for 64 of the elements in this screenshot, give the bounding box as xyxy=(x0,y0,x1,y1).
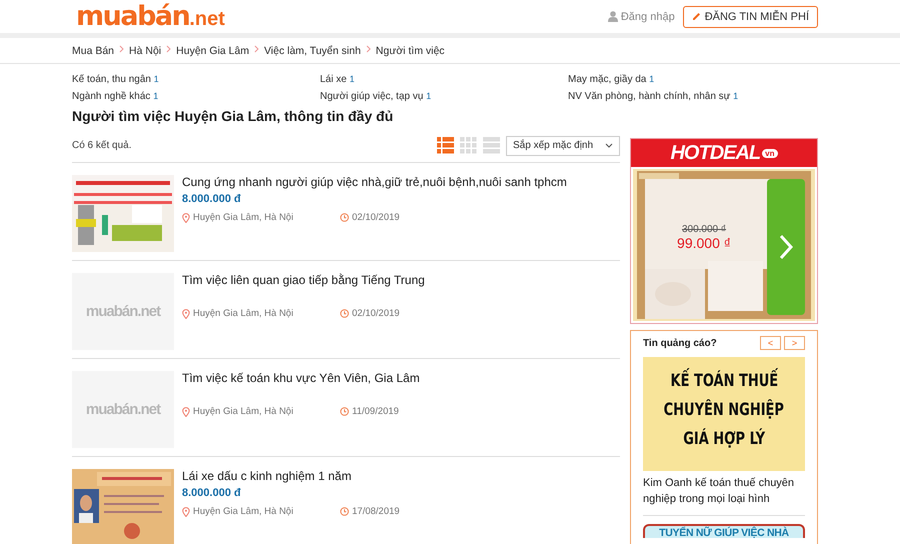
listing-location: Huyện Gia Lâm, Hà Nội xyxy=(182,212,340,223)
listing-title[interactable]: Cung ứng nhanh người giúp việc nhà,giữ trẻ,nuôi bệnh,nuôi sanh tphcm xyxy=(182,175,567,189)
ad-banner[interactable]: HOTDEAL vn 300.000 ₫ 99.000 ₫ xyxy=(630,138,818,324)
chevron-icon xyxy=(254,45,260,53)
placeholder-logo: muabán.net xyxy=(86,401,160,418)
listing-location: Huyện Gia Lâm, Hà Nội xyxy=(182,406,340,417)
next-arrow-button[interactable] xyxy=(767,179,805,315)
location-pin-icon xyxy=(182,308,190,318)
listing-date: 17/08/2019 xyxy=(340,506,498,517)
breadcrumb-link[interactable]: Hà Nội xyxy=(129,44,162,56)
category-link[interactable]: Người giúp việc, tạp vụ 1 xyxy=(320,91,568,102)
location-pin-icon xyxy=(182,506,190,516)
listing-location: Huyện Gia Lâm, Hà Nội xyxy=(182,308,340,319)
login-link[interactable]: Đăng nhập xyxy=(608,10,675,22)
breadcrumb-link[interactable]: Người tìm việc xyxy=(376,44,445,56)
listing-location: Huyện Gia Lâm, Hà Nội xyxy=(182,506,340,517)
breadcrumb-link[interactable]: Huyện Gia Lâm xyxy=(176,44,250,56)
ad-headline: KẾ TOÁN THUẾ xyxy=(670,367,778,396)
user-icon xyxy=(608,11,618,22)
location-pin-icon xyxy=(182,406,190,416)
category-link[interactable]: Lái xe 1 xyxy=(320,74,568,85)
category-link[interactable]: Ngành nghề khác 1 xyxy=(72,91,320,102)
listing-date: 02/10/2019 xyxy=(340,212,498,223)
ad-headline: CHUYÊN NGHIỆP xyxy=(664,398,784,422)
ad-headline[interactable]: TUYỂN NỮ GIÚP VIỆC NHÀ xyxy=(643,524,805,538)
deal-price: 99.000 ₫ xyxy=(677,235,731,251)
ad-image[interactable]: KẾ TOÁN THUẾ CHUYÊN NGHIỆP GIÁ HỢP LÝ xyxy=(643,357,805,471)
chevron-down-icon xyxy=(605,143,613,148)
ad-headline: GIÁ HỢP LÝ xyxy=(683,427,765,451)
rows-view-button[interactable] xyxy=(483,137,500,154)
ad-brand: HOTDEAL xyxy=(670,142,760,164)
location-pin-icon xyxy=(182,212,190,222)
clock-icon xyxy=(340,407,349,416)
post-listing-button[interactable]: ĐĂNG TIN MIỄN PHÍ xyxy=(682,6,818,28)
ad-panel-title: Tin quảng cáo? xyxy=(643,338,717,348)
page-title: Người tìm việc Huyện Gia Lâm, thông tin đầy đủ xyxy=(72,108,394,124)
listing-title[interactable]: Tìm việc liên quan giao tiếp bằng Tiếng Trung xyxy=(182,273,498,287)
listing-title[interactable]: Tìm việc kế toán khu vực Yên Viên, Gia Lâm xyxy=(182,371,498,385)
listing-title[interactable]: Lái xe dấu c kinh nghiệm 1 năm xyxy=(182,469,498,483)
list-view-button[interactable] xyxy=(437,137,454,154)
category-link[interactable]: NV Văn phòng, hành chính, nhân sự 1 xyxy=(568,91,818,102)
clock-icon xyxy=(340,309,349,318)
listing-date: 11/09/2019 xyxy=(340,406,498,417)
clock-icon xyxy=(340,507,349,516)
old-price: 300.000 ₫ xyxy=(682,224,726,235)
listing-date: 02/10/2019 xyxy=(340,308,498,319)
pencil-icon xyxy=(692,12,701,21)
chevron-icon xyxy=(166,45,172,53)
category-link[interactable]: May mặc, giầy da 1 xyxy=(568,74,818,85)
category-link[interactable]: Kế toán, thu ngân 1 xyxy=(72,74,320,85)
clock-icon xyxy=(340,213,349,222)
result-count: Có 6 kết quả. xyxy=(72,140,132,151)
breadcrumb-link[interactable]: Mua Bán xyxy=(72,44,114,56)
chevron-right-icon xyxy=(779,234,793,260)
ad-caption[interactable]: Kim Oanh kế toán thuế chuyên nghiệp trong mọi loại hình xyxy=(643,475,805,516)
listing-price: 8.000.000 đ xyxy=(182,487,242,499)
ad-brand-suffix: vn xyxy=(762,148,778,158)
sort-dropdown[interactable]: Sắp xếp mặc định xyxy=(506,136,620,156)
placeholder-logo: muabán.net xyxy=(86,303,160,320)
grid-view-button[interactable] xyxy=(460,137,477,154)
breadcrumb-link[interactable]: Việc làm, Tuyển sinh xyxy=(264,44,361,56)
listing-price: 8.000.000 đ xyxy=(182,193,242,205)
chevron-icon xyxy=(119,45,124,53)
chevron-icon xyxy=(366,45,371,53)
